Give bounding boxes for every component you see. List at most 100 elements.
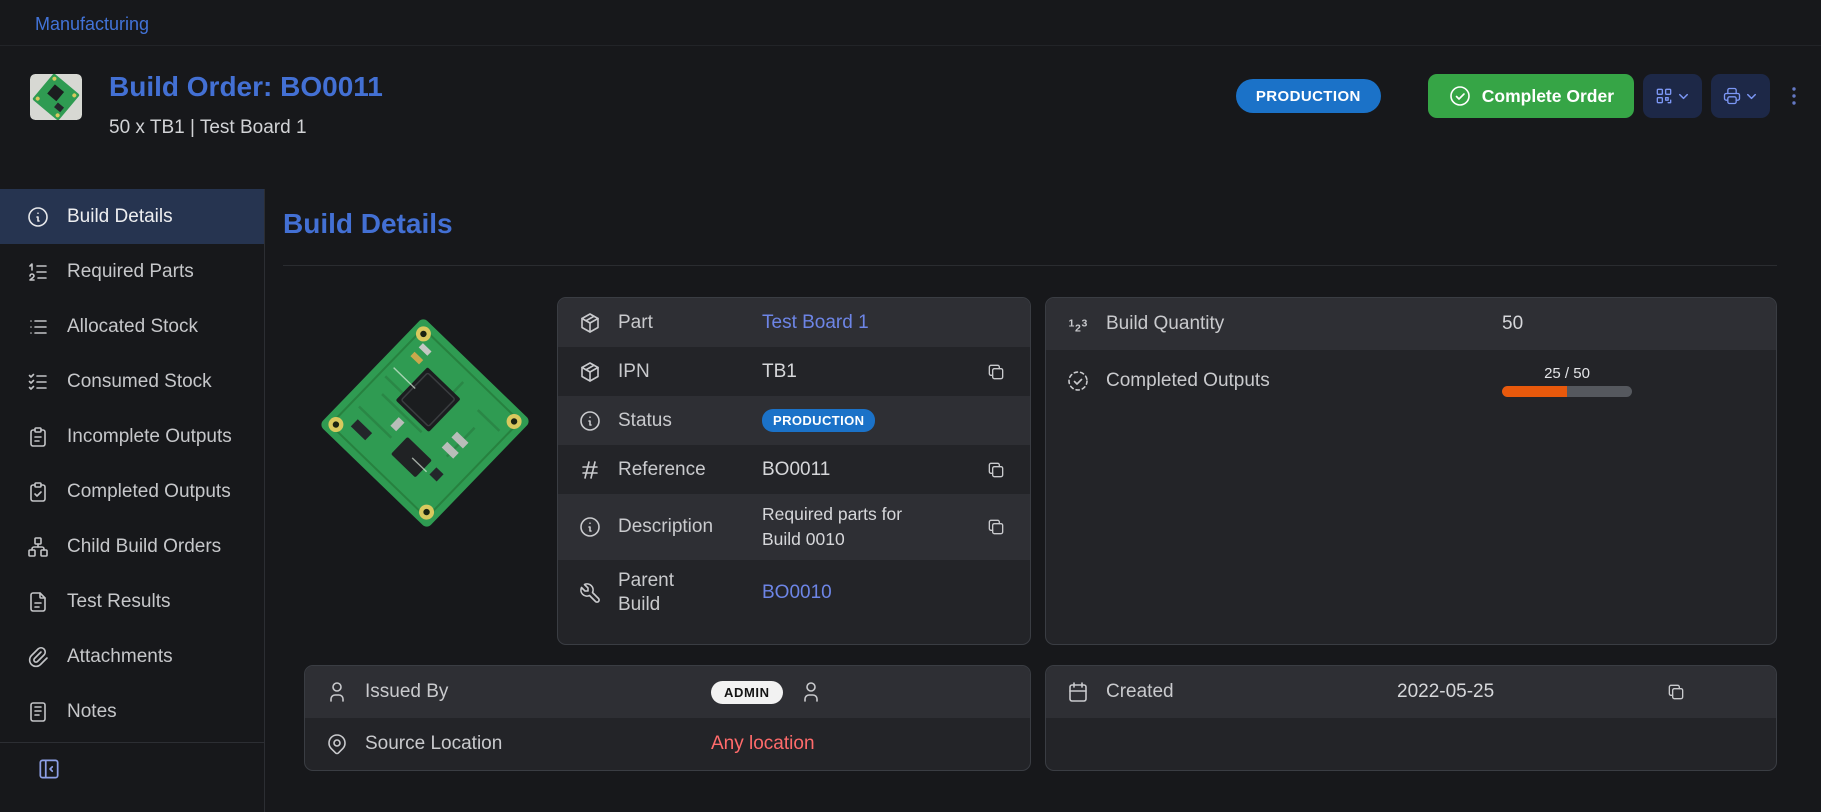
sidebar-item-label: Required Parts	[67, 261, 194, 283]
info-circle-icon	[578, 409, 602, 433]
barcode-actions-button[interactable]	[1643, 74, 1702, 118]
created-row: Created 2022-05-25	[1046, 666, 1776, 718]
page-subtitle: 50 x TB1 | Test Board 1	[109, 117, 383, 139]
row-label: IPN	[618, 361, 746, 383]
tool-icon	[578, 581, 602, 605]
main-panel: Build Details	[265, 189, 1821, 812]
sidebar-item-child-build-orders[interactable]: Child Build Orders	[0, 519, 264, 574]
breadcrumb-link-manufacturing[interactable]: Manufacturing	[35, 14, 149, 34]
sidebar-item-label: Allocated Stock	[67, 316, 198, 338]
source-location-row: Source Location Any location	[305, 718, 1030, 770]
row-label: Completed Outputs	[1106, 370, 1486, 392]
details-right-column: 1 2 3 Build Quantity 50	[1045, 297, 1777, 771]
qrcode-icon	[1654, 86, 1674, 106]
list-numbers-icon	[26, 260, 50, 284]
status-badge: PRODUCTION	[1236, 79, 1381, 113]
sidebar-item-build-details[interactable]: Build Details	[0, 189, 264, 244]
row-label: Status	[618, 410, 746, 432]
dots-vertical-icon	[1782, 84, 1806, 108]
progress-label: 25 / 50	[1544, 365, 1590, 382]
detail-row-reference: Reference BO0011	[558, 445, 1030, 494]
print-actions-button[interactable]	[1711, 74, 1770, 118]
sidebar-item-label: Consumed Stock	[67, 371, 212, 393]
part-image[interactable]	[304, 297, 557, 645]
copy-icon[interactable]	[986, 362, 1006, 382]
reference-value: BO0011	[762, 459, 830, 481]
collapse-sidebar-button[interactable]	[36, 756, 62, 785]
completed-outputs-progress: 25 / 50	[1502, 365, 1632, 397]
sidebar-item-consumed-stock[interactable]: Consumed Stock	[0, 354, 264, 409]
list-check-icon	[26, 370, 50, 394]
row-label: Part	[618, 312, 746, 334]
build-details-card: Part Test Board 1 IPN TB1	[557, 297, 1031, 645]
sitemap-icon	[26, 535, 50, 559]
map-pin-icon	[325, 732, 349, 756]
source-location-value: Any location	[711, 733, 815, 755]
section-title: Build Details	[283, 207, 1777, 241]
user-icon	[799, 680, 823, 704]
svg-text:3: 3	[1082, 318, 1088, 330]
detail-row-part: Part Test Board 1	[558, 298, 1030, 347]
copy-icon[interactable]	[1666, 682, 1686, 702]
status-badge: PRODUCTION	[762, 409, 875, 432]
breadcrumb: Manufacturing	[0, 0, 1821, 46]
page: Manufacturing Build Order: BO0011 50 x T…	[0, 0, 1821, 812]
progress-check-icon	[1066, 369, 1090, 393]
complete-order-label: Complete Order	[1482, 86, 1614, 107]
sidebar-item-completed-outputs[interactable]: Completed Outputs	[0, 464, 264, 519]
sidebar-item-notes[interactable]: Notes	[0, 684, 264, 739]
chevron-down-icon	[1676, 89, 1691, 104]
sidebar-item-incomplete-outputs[interactable]: Incomplete Outputs	[0, 409, 264, 464]
info-circle-icon	[578, 515, 602, 539]
sidebar-item-label: Test Results	[67, 591, 170, 613]
clipboard-check-icon	[26, 480, 50, 504]
paperclip-icon	[26, 645, 50, 669]
chevron-down-icon	[1744, 89, 1759, 104]
copy-icon[interactable]	[986, 460, 1006, 480]
sidebar-item-label: Attachments	[67, 646, 173, 668]
sidebar-item-label: Notes	[67, 701, 117, 723]
printer-icon	[1722, 86, 1742, 106]
circle-check-icon	[1448, 84, 1472, 108]
row-label: Issued By	[365, 681, 695, 703]
issued-by-row: Issued By ADMIN	[305, 666, 1030, 718]
header-actions: PRODUCTION Complete Order	[1236, 74, 1809, 118]
package-icon	[578, 360, 602, 384]
package-icon	[578, 311, 602, 335]
created-card: Created 2022-05-25	[1045, 665, 1777, 771]
created-value: 2022-05-25	[1397, 681, 1494, 703]
calendar-icon	[1066, 680, 1090, 704]
sidebar-item-test-results[interactable]: Test Results	[0, 574, 264, 629]
body: Build Details Required Parts Allocated S…	[0, 189, 1821, 812]
detail-row-ipn: IPN TB1	[558, 347, 1030, 396]
progress-fill	[1502, 386, 1567, 397]
section-divider	[283, 265, 1777, 266]
part-thumbnail[interactable]	[30, 74, 82, 120]
sidebar-item-allocated-stock[interactable]: Allocated Stock	[0, 299, 264, 354]
svg-text:1: 1	[1069, 318, 1075, 330]
copy-icon[interactable]	[986, 517, 1006, 537]
title-block: Build Order: BO0011 50 x TB1 | Test Boar…	[109, 70, 383, 139]
sidebar-item-required-parts[interactable]: Required Parts	[0, 244, 264, 299]
build-quantity-value: 50	[1502, 313, 1523, 335]
more-actions-button[interactable]	[1779, 74, 1809, 118]
sidebar-item-label: Child Build Orders	[67, 536, 221, 558]
details-grid: Part Test Board 1 IPN TB1	[304, 297, 1777, 771]
build-quantity-row: 1 2 3 Build Quantity 50	[1046, 298, 1776, 350]
sidebar-item-label: Build Details	[67, 206, 173, 228]
detail-row-status: Status PRODUCTION	[558, 396, 1030, 445]
parent-build-link[interactable]: BO0010	[762, 582, 832, 604]
sidebar-item-attachments[interactable]: Attachments	[0, 629, 264, 684]
issue-card: Issued By ADMIN Source Location Any lo	[304, 665, 1031, 771]
ipn-value: TB1	[762, 361, 797, 383]
row-label: Reference	[618, 459, 746, 481]
row-label: Created	[1106, 681, 1381, 703]
page-title: Build Order: BO0011	[109, 70, 383, 104]
sidebar-item-label: Incomplete Outputs	[67, 426, 232, 448]
row-label: Parent Build	[618, 569, 746, 617]
sidebar-collapse-icon	[36, 756, 62, 782]
complete-order-button[interactable]: Complete Order	[1428, 74, 1634, 118]
list-icon	[26, 315, 50, 339]
part-link[interactable]: Test Board 1	[762, 312, 869, 334]
file-icon	[26, 590, 50, 614]
